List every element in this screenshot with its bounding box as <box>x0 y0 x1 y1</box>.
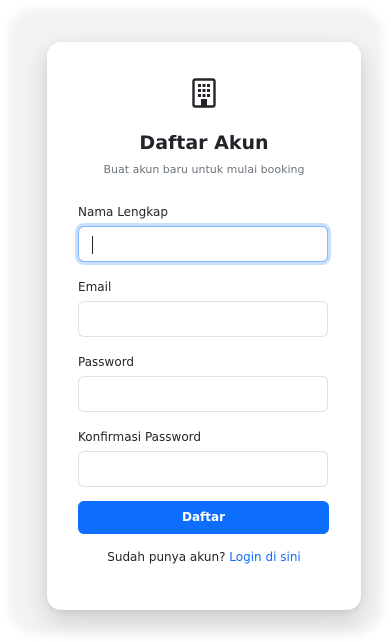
email-label: Email <box>78 280 112 294</box>
login-link[interactable]: Login di sini <box>229 550 300 564</box>
page-title: Daftar Akun <box>139 132 269 154</box>
confirm-password-label: Konfirmasi Password <box>78 430 201 444</box>
full-name-label: Nama Lengkap <box>78 205 168 219</box>
full-name-input[interactable] <box>78 226 328 262</box>
login-prompt-text: Sudah punya akun? <box>107 550 226 564</box>
register-button[interactable]: Daftar <box>78 501 329 534</box>
login-prompt: Sudah punya akun? Login di sini <box>47 549 361 565</box>
page-subtitle: Buat akun baru untuk mulai booking <box>103 163 305 176</box>
confirm-password-input[interactable] <box>78 451 328 487</box>
email-input[interactable] <box>78 301 328 337</box>
building-icon <box>192 78 216 108</box>
password-input[interactable] <box>78 376 328 412</box>
text-caret <box>92 236 93 254</box>
password-label: Password <box>78 355 135 369</box>
register-card: Daftar Akun Buat akun baru untuk mulai b… <box>47 42 361 610</box>
